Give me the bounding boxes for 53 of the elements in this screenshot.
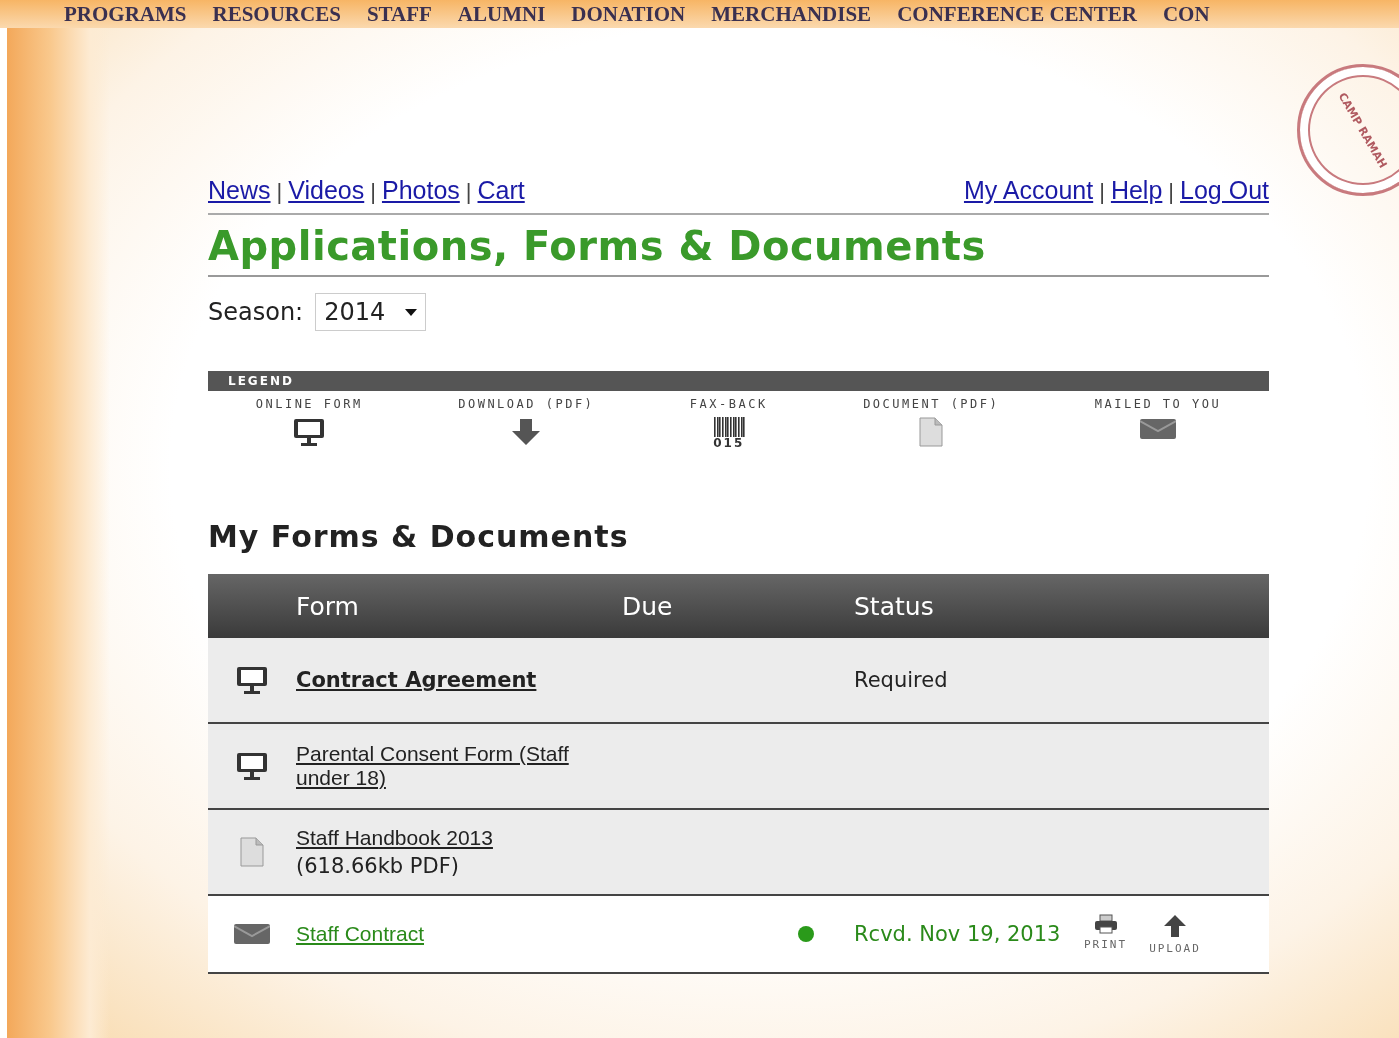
print-button[interactable]: PRINT bbox=[1084, 913, 1128, 955]
season-label: Season: bbox=[208, 298, 304, 326]
form-link[interactable]: Staff Contract bbox=[296, 922, 622, 946]
legend-label: DOWNLOAD (PDF) bbox=[458, 397, 595, 411]
link-separator: | bbox=[276, 179, 283, 205]
account-link[interactable]: My Account bbox=[963, 176, 1094, 205]
up-arrow-icon bbox=[1163, 913, 1187, 938]
legend-label: MAILED TO YOU bbox=[1094, 397, 1222, 411]
account-link[interactable]: Log Out bbox=[1180, 176, 1269, 205]
envelope-icon bbox=[234, 922, 270, 946]
file-size-text: (618.66kb PDF) bbox=[296, 854, 460, 878]
document-icon bbox=[918, 417, 945, 447]
section-title: My Forms & Documents bbox=[208, 519, 630, 554]
page-title: Applications, Forms & Documents bbox=[208, 223, 1269, 277]
column-header: Form bbox=[296, 591, 360, 621]
status-text: Required bbox=[854, 668, 948, 692]
monitor-icon bbox=[235, 665, 269, 695]
account-link[interactable]: Help bbox=[1110, 176, 1163, 205]
season-dropdown[interactable]: 2014 bbox=[315, 293, 427, 331]
link-separator: | bbox=[370, 179, 376, 205]
legend-label: ONLINE FORM bbox=[255, 397, 363, 411]
legend-header: LEGEND bbox=[208, 371, 1269, 391]
document-icon bbox=[239, 837, 265, 867]
nav-link[interactable]: PROGRAMS bbox=[64, 3, 187, 25]
nav-link[interactable]: Photos bbox=[381, 176, 460, 205]
status-text: Rcvd. Nov 19, 2013 bbox=[854, 922, 1061, 946]
nav-link[interactable]: DONATION bbox=[571, 3, 686, 25]
legend-label: FAX-BACK bbox=[689, 397, 768, 411]
form-link[interactable]: Staff Handbook 2013 bbox=[296, 826, 622, 850]
nav-link[interactable]: STAFF bbox=[366, 3, 432, 25]
form-link[interactable]: Parental Consent Form (Staff under 18) bbox=[296, 742, 622, 790]
down-arrow-icon bbox=[510, 417, 543, 447]
column-header: Due bbox=[622, 591, 674, 621]
nav-link[interactable]: RESOURCES bbox=[212, 3, 341, 25]
legend-label: DOCUMENT (PDF) bbox=[863, 397, 1000, 411]
caret-icon bbox=[405, 308, 418, 316]
nav-link[interactable]: MERCHANDISE bbox=[711, 3, 872, 25]
monitor-icon bbox=[292, 417, 327, 447]
nav-link[interactable]: ALUMNI bbox=[457, 3, 546, 25]
upload-button[interactable]: UPLOAD bbox=[1149, 913, 1201, 955]
link-separator: | bbox=[1168, 179, 1175, 205]
nav-link[interactable]: Videos bbox=[288, 176, 365, 205]
envelope-icon bbox=[1139, 417, 1176, 441]
nav-link[interactable]: Cart bbox=[477, 176, 525, 205]
column-header: Status bbox=[854, 591, 935, 621]
link-separator: | bbox=[465, 179, 472, 205]
nav-link[interactable]: CONFERENCE CENTER bbox=[897, 3, 1137, 25]
form-link[interactable]: Contract Agreement bbox=[296, 668, 622, 692]
link-separator: | bbox=[1099, 179, 1105, 205]
nav-link[interactable]: News bbox=[208, 176, 271, 205]
monitor-icon bbox=[235, 751, 269, 781]
printer-icon bbox=[1093, 913, 1118, 934]
nav-link[interactable]: CON bbox=[1162, 3, 1210, 25]
